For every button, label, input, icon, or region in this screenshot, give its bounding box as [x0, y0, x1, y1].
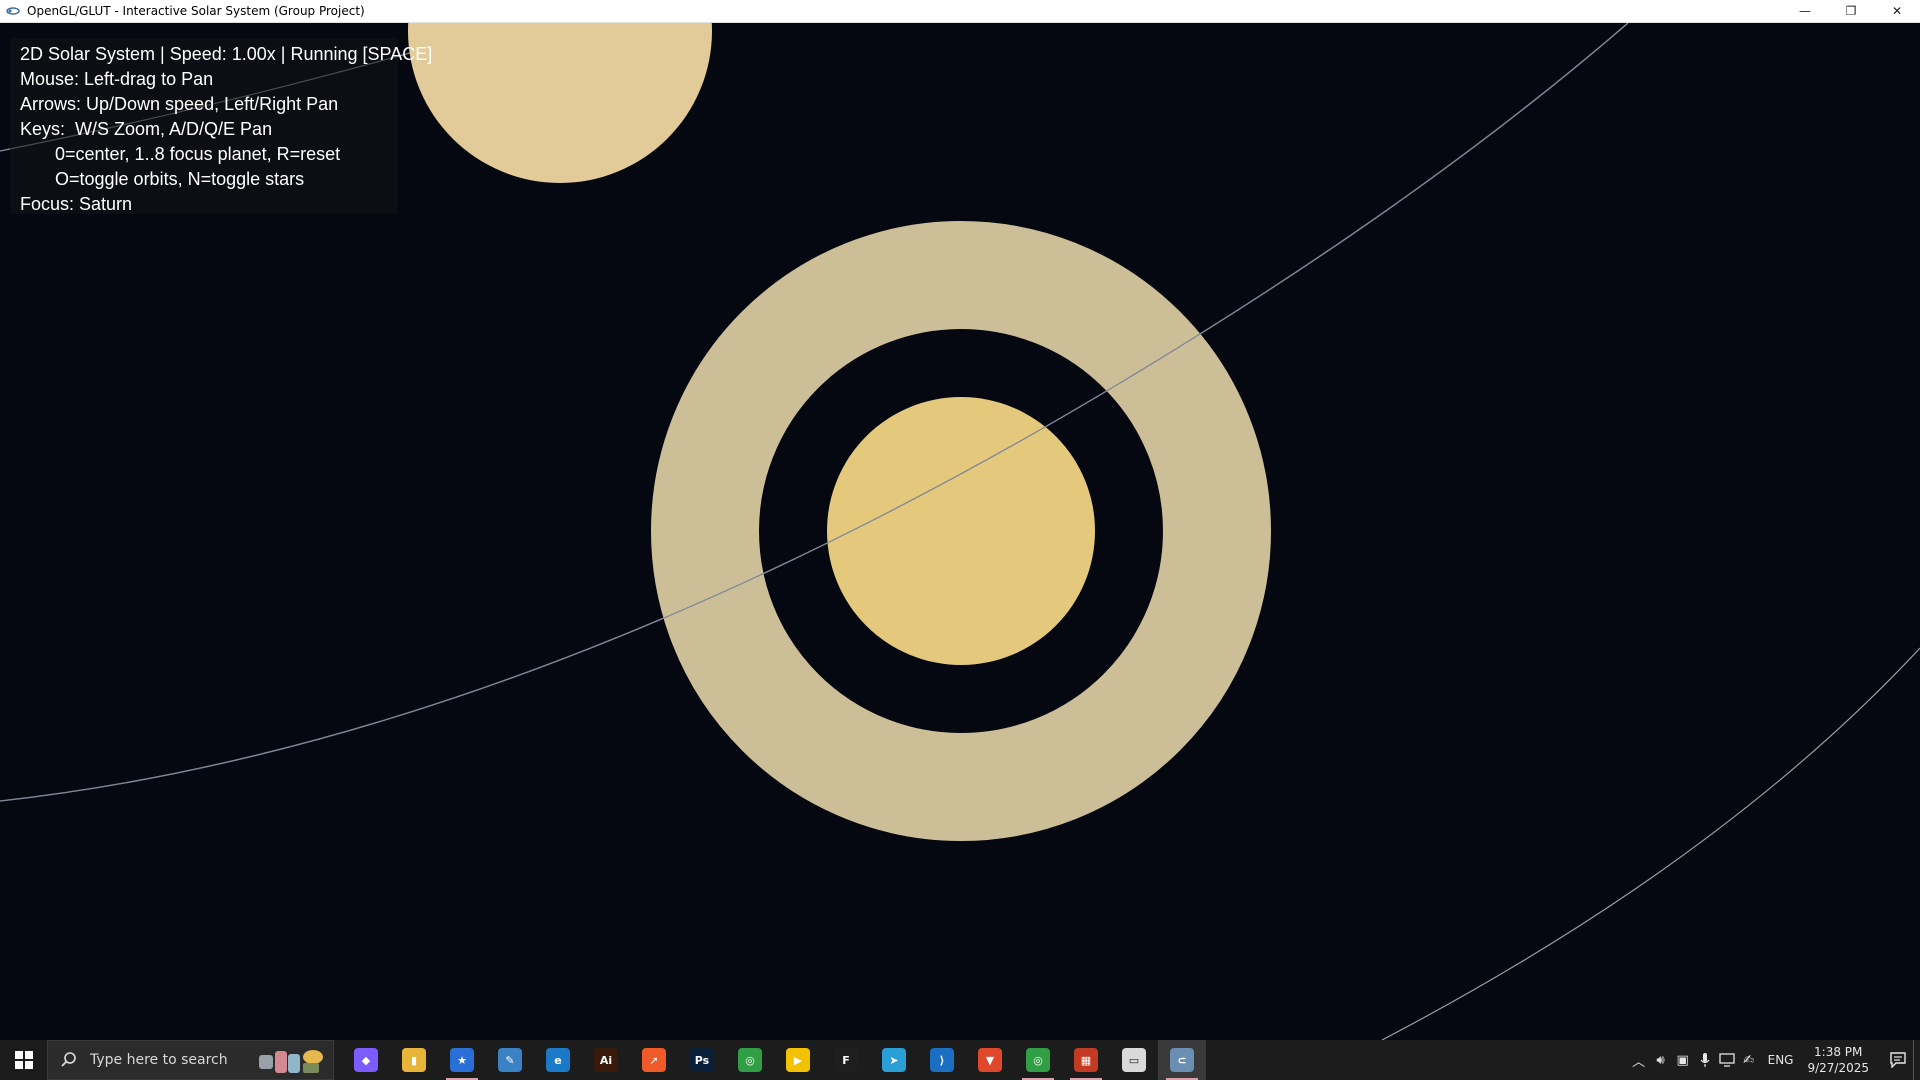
glut-app-icon [5, 5, 21, 17]
star-icon: ★ [450, 1048, 474, 1072]
opengl-canvas[interactable]: 2D Solar System | Speed: 1.00x | Running… [0, 23, 1920, 1040]
opengl-window[interactable]: ⊂ [1158, 1040, 1206, 1080]
copilot-app[interactable]: ◆ [342, 1040, 390, 1080]
swift-app[interactable]: ➚ [630, 1040, 678, 1080]
brave-icon: ▼ [978, 1048, 1002, 1072]
hud-status: 2D Solar System | Speed: 1.00x | Running… [20, 44, 433, 64]
search-input[interactable] [88, 1051, 242, 1069]
pen-icon[interactable]: ✍︎ [1738, 1040, 1760, 1080]
glut-icon: ⊂ [1170, 1048, 1194, 1072]
microphone-icon[interactable] [1694, 1040, 1716, 1080]
taskbar-search[interactable] [47, 1040, 334, 1080]
file-folder-icon: ▮ [402, 1048, 426, 1072]
vscode-icon: ⟩ [930, 1048, 954, 1072]
volume-icon[interactable]: 🔊︎ [1650, 1040, 1672, 1080]
chrome-browser[interactable]: ◎ [726, 1040, 774, 1080]
telegram-icon: ➤ [882, 1048, 906, 1072]
taskbar: ◆ ▮ ★ ✎ e Ai ➚ Ps ◎ ▶ F ➤ ⟩ ▼ ◎ ▦ ▭ ⊂ ︿ 🔊︎ ▣ ✍︎ ENG 1:38 … [0, 1040, 1920, 1080]
show-desktop-button[interactable] [1913, 1040, 1920, 1080]
notification-icon [1890, 1052, 1906, 1068]
saturn-planet [827, 397, 1095, 665]
window-titlebar[interactable]: OpenGL/GLUT - Interactive Solar System (… [0, 0, 1920, 23]
system-tray: ︿ 🔊︎ ▣ ✍︎ ENG 1:38 PM 9/27/2025 [1628, 1040, 1920, 1080]
player-app[interactable]: ▶ [774, 1040, 822, 1080]
hud-focus: Focus: Saturn [20, 194, 133, 214]
illustrator-icon: Ai [594, 1048, 618, 1072]
taskbar-pinned-apps: ◆ ▮ ★ ✎ e Ai ➚ Ps ◎ ▶ F ➤ ⟩ ▼ ◎ ▦ ▭ ⊂ [342, 1040, 1206, 1080]
swift-icon: ➚ [642, 1048, 666, 1072]
hud-keys-help-2: 0=center, 1..8 focus planet, R=reset [55, 144, 341, 164]
neighbor-planet [408, 23, 712, 183]
vscode-app[interactable]: ⟩ [918, 1040, 966, 1080]
hud-mouse-help: Mouse: Left-drag to Pan [20, 69, 214, 89]
chrome-profile[interactable]: ◎ [1014, 1040, 1062, 1080]
terminal-icon: ▭ [1122, 1048, 1146, 1072]
windows-store[interactable]: ▦ [1062, 1040, 1110, 1080]
hud-arrows-help: Arrows: Up/Down speed, Left/Right Pan [20, 94, 339, 114]
chrome-profile-icon: ◎ [1026, 1048, 1050, 1072]
file-explorer-app[interactable]: ▮ [390, 1040, 438, 1080]
photoshop-app[interactable]: Ps [678, 1040, 726, 1080]
hud-keys-help-3: O=toggle orbits, N=toggle stars [55, 169, 305, 189]
figma-app[interactable]: F [822, 1040, 870, 1080]
chevron-up-icon[interactable]: ︿ [1628, 1040, 1650, 1080]
notes-app[interactable]: ✎ [486, 1040, 534, 1080]
notepad-icon: ✎ [498, 1048, 522, 1072]
starred-app[interactable]: ★ [438, 1040, 486, 1080]
edge-icon: e [546, 1048, 570, 1072]
terminal-app[interactable]: ▭ [1110, 1040, 1158, 1080]
network-icon[interactable] [1716, 1040, 1738, 1080]
outer-orbit [1381, 647, 1920, 1040]
close-button[interactable]: ✕ [1874, 0, 1920, 22]
minimize-button[interactable]: — [1782, 0, 1828, 22]
camera-icon[interactable]: ▣ [1672, 1040, 1694, 1080]
language-indicator[interactable]: ENG [1768, 1053, 1794, 1067]
start-button[interactable] [0, 1040, 47, 1080]
notification-button[interactable] [1883, 1040, 1913, 1080]
chrome-icon: ◎ [738, 1048, 762, 1072]
restore-button[interactable]: ❐ [1828, 0, 1874, 22]
copilot-icon: ◆ [354, 1048, 378, 1072]
photoshop-icon: Ps [690, 1048, 714, 1072]
illustrator-app[interactable]: Ai [582, 1040, 630, 1080]
search-icon [61, 1052, 76, 1067]
edge-browser[interactable]: e [534, 1040, 582, 1080]
clock-date: 9/27/2025 [1807, 1061, 1869, 1075]
store-icon: ▦ [1074, 1048, 1098, 1072]
search-highlight-illustration [259, 1050, 323, 1073]
figma-icon: F [834, 1048, 858, 1072]
hud-keys-help: Keys: W/S Zoom, A/D/Q/E Pan [20, 119, 273, 139]
player-icon: ▶ [786, 1048, 810, 1072]
hud-overlay: 2D Solar System | Speed: 1.00x | Running… [10, 38, 432, 214]
brave-browser[interactable]: ▼ [966, 1040, 1014, 1080]
clock[interactable]: 1:38 PM 9/27/2025 [1807, 1044, 1869, 1076]
telegram-app[interactable]: ➤ [870, 1040, 918, 1080]
windows-logo-icon [14, 1051, 33, 1069]
window-controls: — ❐ ✕ [1782, 0, 1920, 22]
clock-time: 1:38 PM [1814, 1045, 1863, 1059]
window-title: OpenGL/GLUT - Interactive Solar System (… [27, 4, 365, 18]
